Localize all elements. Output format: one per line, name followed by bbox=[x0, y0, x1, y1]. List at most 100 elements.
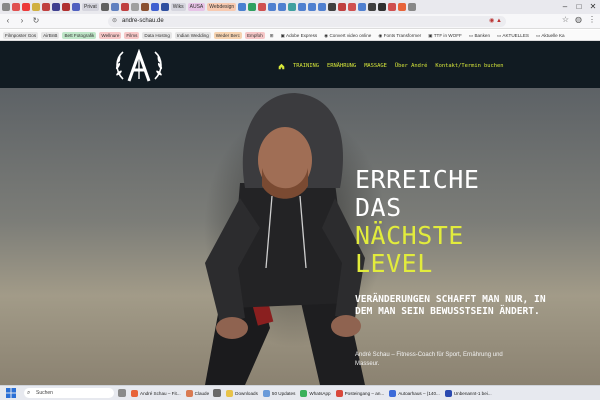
nav-ernaehrung[interactable]: ERNÄHRUNG bbox=[327, 63, 356, 70]
bookmark-item[interactable]: Films bbox=[124, 31, 140, 39]
tab-wiks[interactable]: Wiks bbox=[170, 3, 186, 11]
bookmark-item[interactable]: Wellnure bbox=[99, 31, 122, 39]
extension-badge-icon[interactable]: ◉ ▲ bbox=[489, 16, 502, 27]
taskbar-search[interactable]: ⌕ Suchen bbox=[24, 388, 114, 398]
tab-favicon-icon[interactable] bbox=[110, 3, 119, 11]
bookmark-item[interactable]: ◉ Convert video online bbox=[322, 32, 373, 39]
tab-favicon-icon[interactable] bbox=[72, 3, 80, 11]
tab-favicon-icon[interactable] bbox=[12, 3, 20, 11]
star-icon[interactable]: ☆ bbox=[562, 15, 569, 24]
taskbar-app[interactable]: Posteingang – an... bbox=[335, 389, 385, 397]
taskbar-app[interactable]: 50 Updates bbox=[262, 389, 295, 397]
taskbar-app[interactable]: André Schau – Fit... bbox=[131, 389, 181, 397]
hero-headline: ERREICHE DAS NÄCHSTE LEVEL bbox=[355, 166, 479, 278]
nav-massage[interactable]: MASSAGE bbox=[364, 63, 387, 70]
tab-ausa[interactable]: AUSA bbox=[187, 3, 206, 11]
tab-favicon-icon[interactable] bbox=[308, 3, 317, 11]
tab-favicon-icon[interactable] bbox=[378, 3, 387, 11]
tab-favicon-icon[interactable] bbox=[258, 3, 267, 11]
bookmark-item[interactable]: ▣ TTF in WOFF bbox=[426, 32, 464, 39]
windows-taskbar: ⌕ Suchen André Schau – Fit... Claude Dow… bbox=[0, 385, 600, 400]
profile-icon[interactable]: ◍ bbox=[575, 15, 582, 24]
bookmark-folder[interactable]: ▭ AKTUELLES bbox=[495, 32, 531, 39]
forward-icon[interactable]: › bbox=[16, 15, 28, 27]
bookmark-folder[interactable]: ▭ Aktuelle Ka bbox=[534, 32, 567, 39]
menu-dots-icon[interactable]: ⋮ bbox=[588, 15, 596, 24]
headline-line-1: ERREICHE bbox=[355, 165, 480, 194]
tab-favicon-icon[interactable] bbox=[288, 3, 297, 11]
task-view-icon[interactable] bbox=[118, 389, 126, 397]
tab-favicon-icon[interactable] bbox=[368, 3, 377, 11]
nav-ueber-andre[interactable]: Über André bbox=[395, 63, 427, 70]
taskbar-app-label: Claude bbox=[194, 390, 210, 396]
tab-webdesign[interactable]: Webdesign bbox=[207, 3, 237, 11]
tab-favicon-icon[interactable] bbox=[52, 3, 60, 11]
bookmark-label: Banken bbox=[474, 32, 491, 38]
bookmark-folder[interactable]: ▭ Banken bbox=[467, 32, 492, 39]
headline-line-3: NÄCHSTE bbox=[355, 221, 464, 250]
tab-favicon-icon[interactable] bbox=[22, 3, 30, 11]
tab-favicon-icon[interactable] bbox=[348, 3, 357, 11]
home-icon[interactable] bbox=[278, 63, 285, 70]
tab-favicon-icon[interactable] bbox=[248, 3, 257, 11]
maximize-icon[interactable]: □ bbox=[572, 0, 586, 14]
bookmark-item[interactable]: Bett Fotografik bbox=[62, 31, 97, 39]
bookmark-label: Fonts Transformer bbox=[383, 32, 422, 38]
apps-grid-icon[interactable]: ⊞ bbox=[268, 32, 276, 39]
taskbar-app[interactable]: WhatsApp bbox=[300, 389, 331, 397]
minimize-icon[interactable]: – bbox=[558, 0, 572, 14]
taskbar-app-icon[interactable] bbox=[213, 389, 222, 397]
bookmark-item[interactable]: Empfoh bbox=[244, 31, 265, 39]
tab-favicon-icon[interactable] bbox=[140, 3, 149, 11]
tab-favicon-icon[interactable] bbox=[42, 3, 50, 11]
back-icon[interactable]: ‹ bbox=[2, 15, 14, 27]
headline-line-2: DAS bbox=[355, 193, 402, 222]
tab-favicon-icon[interactable] bbox=[318, 3, 327, 11]
folder-icon bbox=[226, 389, 234, 397]
laurel-logo-icon[interactable] bbox=[113, 49, 165, 83]
bookmark-item[interactable]: Data Hostng bbox=[142, 31, 172, 39]
address-bar[interactable]: ⊜ andre-schau.de ◉ ▲ bbox=[108, 16, 506, 27]
bookmark-item[interactable]: ◉ Fonts Transformer bbox=[376, 32, 423, 39]
tab-favicon-icon[interactable] bbox=[388, 3, 397, 11]
taskbar-app-label: Posteingang – an... bbox=[344, 390, 385, 396]
tab-favicon-icon[interactable] bbox=[120, 3, 129, 11]
tab-favicon-icon[interactable] bbox=[268, 3, 277, 11]
taskbar-app-label: André Schau – Fit... bbox=[140, 390, 181, 396]
bookmark-item[interactable]: Weder Berc bbox=[213, 31, 242, 39]
tab-favicon-icon[interactable] bbox=[358, 3, 367, 11]
taskbar-app[interactable]: Autoarhaus – (140... bbox=[389, 389, 440, 397]
chrome-icon bbox=[131, 389, 138, 397]
taskbar-app[interactable]: Unbenannt-1 bei... bbox=[444, 389, 492, 397]
tab-favicon-icon[interactable] bbox=[328, 3, 337, 11]
tab-favicon-icon[interactable] bbox=[130, 3, 139, 11]
close-tab-icon[interactable] bbox=[408, 3, 417, 11]
tab-favicon-icon[interactable] bbox=[62, 3, 70, 11]
close-window-icon[interactable]: ✕ bbox=[586, 0, 600, 14]
tab-favicon-icon[interactable] bbox=[32, 3, 40, 11]
claude-icon bbox=[185, 389, 193, 397]
windows-start-icon[interactable] bbox=[6, 388, 16, 398]
bookmark-item[interactable]: Indian Wedding bbox=[174, 31, 211, 39]
browser-menu-icon[interactable] bbox=[2, 3, 10, 11]
site-info-icon[interactable]: ⊜ bbox=[112, 16, 117, 27]
bookmark-item[interactable]: AirBnB bbox=[41, 31, 60, 39]
bookmarks-bar: Filmposter Gos AirBnB Bett Fotografik We… bbox=[0, 30, 600, 41]
tab-favicon-icon[interactable] bbox=[150, 3, 159, 11]
tab-favicon-icon[interactable] bbox=[238, 3, 247, 11]
taskbar-app[interactable]: Downloads bbox=[226, 389, 258, 397]
tab-favicon-icon[interactable] bbox=[160, 3, 169, 11]
taskbar-app[interactable]: Claude bbox=[185, 389, 210, 397]
reload-icon[interactable]: ↻ bbox=[30, 15, 42, 27]
nav-training[interactable]: TRAINING bbox=[293, 63, 319, 70]
tab-favicon-icon[interactable] bbox=[278, 3, 287, 11]
tab-privat[interactable]: Privat bbox=[82, 3, 99, 11]
tab-favicon-icon[interactable] bbox=[338, 3, 347, 11]
bookmark-item[interactable]: Filmposter Gos bbox=[3, 31, 39, 39]
tab-favicon-icon[interactable] bbox=[298, 3, 307, 11]
tab-favicon-icon[interactable] bbox=[398, 3, 407, 11]
hero-section: ERREICHE DAS NÄCHSTE LEVEL VERÄNDERUNGEN… bbox=[0, 88, 600, 385]
tab-favicon-icon[interactable] bbox=[100, 3, 109, 11]
bookmark-item[interactable]: ▣ Adobe Express bbox=[279, 32, 320, 39]
nav-kontakt[interactable]: Kontakt/Termin buchen bbox=[435, 63, 503, 70]
